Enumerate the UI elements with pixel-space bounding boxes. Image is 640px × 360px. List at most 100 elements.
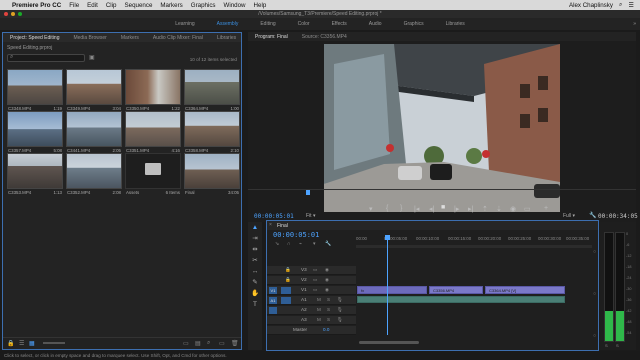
menu-help[interactable]: Help: [254, 2, 267, 9]
work-area-bar[interactable]: [356, 245, 592, 248]
new-bin-icon[interactable]: ▭: [183, 340, 189, 347]
microphone-icon[interactable]: 🎙: [337, 317, 343, 323]
close-tab-icon[interactable]: ×: [269, 222, 272, 228]
lock-icon[interactable]: 🔒: [285, 277, 291, 283]
sync-lock-icon[interactable]: ▭: [313, 287, 317, 293]
workspace-graphics[interactable]: Graphics: [393, 21, 435, 27]
playhead-marker[interactable]: [306, 190, 310, 195]
clip-thumbnail[interactable]: C3357.MP4 5:08: [7, 111, 63, 156]
comparison-view-icon[interactable]: ▭: [524, 205, 531, 213]
tab-source[interactable]: Source: C3356.MP4: [295, 34, 354, 40]
lock-icon[interactable]: 🔒: [285, 267, 291, 273]
mute-button[interactable]: M: [317, 297, 321, 302]
timeline-scrollbar[interactable]: [359, 341, 419, 344]
workspace-editing[interactable]: Editing: [249, 21, 286, 27]
timeline-timecode[interactable]: 00:00:05:01: [273, 231, 319, 239]
menu-file[interactable]: File: [69, 2, 79, 9]
app-menu[interactable]: Premiere Pro CC: [12, 2, 61, 9]
add-marker-icon[interactable]: ▾: [313, 241, 316, 247]
eye-icon[interactable]: ◉: [325, 267, 329, 273]
workspace-overflow[interactable]: »: [633, 21, 636, 27]
workspace-color[interactable]: Color: [287, 21, 321, 27]
workspace-assembly[interactable]: Assembly: [206, 21, 250, 27]
tab-audio-clip-mixer[interactable]: Audio Clip Mixer: Final: [146, 35, 210, 41]
tab-media-browser[interactable]: Media Browser: [66, 35, 113, 41]
solo-left-button[interactable]: S: [605, 343, 608, 348]
lift-icon[interactable]: ⇡: [482, 205, 488, 213]
selection-tool-icon[interactable]: ▲: [248, 222, 262, 233]
eye-icon[interactable]: ◉: [325, 287, 329, 293]
timeline-settings-icon[interactable]: 🔧: [325, 241, 331, 247]
clip-thumbnail[interactable]: C3350.MP4 1:22: [125, 69, 181, 114]
workspace-audio[interactable]: Audio: [358, 21, 393, 27]
trash-icon[interactable]: 🗑: [231, 340, 239, 347]
nest-toggle-icon[interactable]: ⇘: [275, 241, 279, 247]
razor-tool-icon[interactable]: ✂: [248, 255, 262, 266]
new-item-icon[interactable]: ▤: [195, 340, 201, 347]
program-scrubber[interactable]: [248, 189, 636, 201]
sync-lock-icon[interactable]: ▭: [313, 267, 317, 273]
sequence-thumbnail[interactable]: Final 34:05: [184, 153, 240, 198]
slip-tool-icon[interactable]: ↔: [248, 266, 262, 277]
workspace-libraries[interactable]: Libraries: [435, 21, 476, 27]
bin-assets[interactable]: Assets 6 Items: [125, 153, 181, 198]
clip-thumbnail[interactable]: C3348.MP4 1:19: [7, 69, 63, 114]
sync-lock-icon[interactable]: ▭: [313, 277, 317, 283]
video-clip[interactable]: C3356.MP4: [429, 286, 483, 294]
menu-window[interactable]: Window: [224, 2, 246, 9]
clip-thumbnail[interactable]: C3353.MP4 1:13: [7, 153, 63, 198]
hand-tool-icon[interactable]: ✋: [248, 288, 262, 299]
search-icon[interactable]: ⌕: [619, 1, 622, 9]
clip-thumbnail[interactable]: C3441.MP4 2:05: [66, 111, 122, 156]
solo-button[interactable]: S: [327, 317, 330, 322]
scroll-circle-icon[interactable]: ○: [593, 291, 596, 297]
minimize-window-icon[interactable]: [11, 12, 15, 16]
scroll-circle-icon[interactable]: ○: [593, 249, 596, 255]
microphone-icon[interactable]: 🎙: [337, 307, 343, 313]
source-patch-a1[interactable]: A1: [269, 297, 277, 304]
menu-edit[interactable]: Edit: [87, 2, 98, 9]
microphone-icon[interactable]: 🎙: [337, 297, 343, 303]
close-window-icon[interactable]: [4, 12, 8, 16]
clip-thumbnail[interactable]: C3352.MP4 2:08: [66, 153, 122, 198]
icon-view-icon[interactable]: ▦: [29, 340, 35, 347]
step-back-icon[interactable]: ◂|: [429, 205, 434, 213]
step-forward-icon[interactable]: |▸: [454, 205, 459, 213]
stop-icon[interactable]: ■: [441, 204, 445, 211]
project-search-input[interactable]: ⌕: [7, 54, 85, 62]
menu-markers[interactable]: Markers: [160, 2, 182, 9]
mark-out-icon[interactable]: }: [400, 205, 402, 212]
source-patch-a2[interactable]: [269, 307, 277, 314]
go-to-in-icon[interactable]: |◂: [414, 205, 419, 213]
add-marker-icon[interactable]: ▾: [369, 205, 373, 213]
solo-button[interactable]: S: [327, 307, 330, 312]
pen-tool-icon[interactable]: ✎: [248, 277, 262, 288]
go-to-out-icon[interactable]: ▸|: [468, 205, 473, 213]
track-select-icon[interactable]: ⇥: [248, 233, 262, 244]
track-target-v1[interactable]: [281, 287, 291, 294]
video-clip[interactable]: fx: [357, 286, 427, 294]
type-tool-icon[interactable]: T: [248, 299, 262, 310]
new-folder-icon[interactable]: ▭: [219, 340, 225, 347]
clip-thumbnail[interactable]: C3349.MP4 3:04: [66, 69, 122, 114]
list-view-icon[interactable]: ☰: [19, 340, 24, 347]
solo-button[interactable]: S: [327, 297, 330, 302]
new-bin-icon[interactable]: ▣: [89, 54, 95, 61]
audio-clip[interactable]: [357, 296, 565, 303]
tab-libraries[interactable]: Libraries: [210, 35, 243, 41]
timeline-playhead[interactable]: [385, 235, 390, 335]
eye-icon[interactable]: ◉: [325, 277, 329, 283]
clip-thumbnail[interactable]: C3364.MP4 1:00: [184, 69, 240, 114]
menu-list-icon[interactable]: ☰: [628, 2, 634, 9]
menu-clip[interactable]: Clip: [106, 2, 117, 9]
workspace-learning[interactable]: Learning: [164, 21, 205, 27]
mute-button[interactable]: M: [317, 317, 321, 322]
find-icon[interactable]: ⌕: [207, 340, 210, 347]
mark-in-icon[interactable]: {: [386, 205, 388, 212]
user-name[interactable]: Alex Chaplinsky: [569, 2, 613, 9]
solo-right-button[interactable]: S: [616, 343, 619, 348]
linked-selection-icon[interactable]: ⌁: [299, 241, 302, 247]
add-button-icon[interactable]: +: [544, 205, 548, 212]
extract-icon[interactable]: ⇣: [496, 205, 502, 213]
export-frame-icon[interactable]: ◉: [510, 205, 516, 213]
